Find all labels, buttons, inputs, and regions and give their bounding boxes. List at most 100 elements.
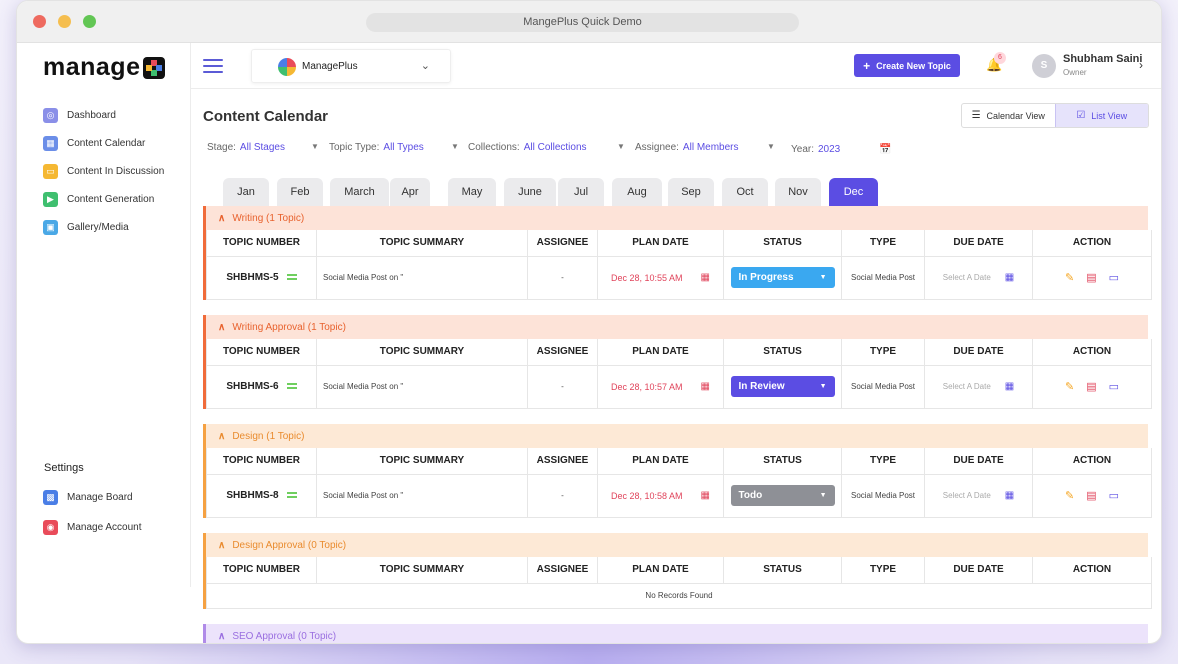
stage-section: ∧ SEO Approval (0 Topic) (203, 624, 1148, 643)
sidebar-nav: ◎ Dashboard ▦ Content Calendar ▭ Content In D… (17, 101, 190, 241)
assignee[interactable]: - (527, 255, 598, 300)
due-date-picker[interactable]: Select A Date ▦ (925, 490, 1032, 501)
tab-month-nov[interactable]: Nov (775, 178, 821, 206)
close-window-button[interactable] (33, 15, 46, 28)
column-header: TYPE (841, 448, 925, 475)
topic-number[interactable]: SHBHMS-8 (226, 490, 278, 501)
calendar-icon[interactable]: ▦ (701, 381, 710, 392)
due-date-picker[interactable]: Select A Date ▦ (925, 272, 1032, 283)
tab-month-jul[interactable]: Jul (558, 178, 604, 206)
column-header: TOPIC SUMMARY (316, 339, 528, 366)
stage-filter[interactable]: Stage: All Stages (207, 142, 285, 153)
column-header: STATUS (723, 230, 842, 257)
tab-month-oct[interactable]: Oct (722, 178, 768, 206)
list-view-label: List View (1091, 110, 1128, 121)
section-header[interactable]: ∧ Writing (1 Topic) (206, 206, 1148, 230)
comment-icon[interactable]: ▭ (1109, 380, 1119, 393)
tab-month-june[interactable]: June (504, 178, 556, 206)
create-new-topic-button[interactable]: + Create New Topic (854, 54, 960, 77)
tab-month-sep[interactable]: Sep (668, 178, 714, 206)
topic-type-filter-label: Topic Type: (329, 142, 380, 153)
year-filter[interactable]: Year: 2023 (791, 144, 840, 155)
avatar[interactable]: S (1032, 54, 1056, 78)
drag-handle-icon[interactable] (286, 383, 297, 390)
column-header: TYPE (841, 557, 925, 584)
delete-icon[interactable]: ▤ (1086, 489, 1096, 502)
column-header: ACTION (1032, 339, 1152, 366)
section-header[interactable]: ∧ Writing Approval (1 Topic) (206, 315, 1148, 339)
list-view-button[interactable]: ☑ List View (1054, 104, 1148, 127)
tab-month-feb[interactable]: Feb (277, 178, 323, 206)
menu-toggle-icon[interactable] (203, 59, 223, 73)
caret-down-icon: ▼ (617, 142, 625, 151)
topbar: ManagePlus ⌄ + Create New Topic 🔔 6 S Sh… (191, 43, 1161, 89)
calendar-icon[interactable]: ▦ (701, 272, 710, 283)
edit-icon[interactable]: ✎ (1065, 380, 1074, 393)
status-dropdown[interactable]: In Review ▼ (730, 376, 835, 397)
assignee[interactable]: - (527, 364, 598, 409)
status-dropdown[interactable]: In Progress ▼ (730, 267, 835, 288)
tab-month-jan[interactable]: Jan (223, 178, 269, 206)
drag-handle-icon[interactable] (286, 274, 297, 281)
assignee-filter[interactable]: Assignee: All Members (635, 142, 739, 153)
section-header[interactable]: ∧ Design (1 Topic) (206, 424, 1148, 448)
drag-handle-icon[interactable] (286, 492, 297, 499)
plan-date-cell: Dec 28, 10:57 AM ▦ (597, 364, 724, 409)
tab-month-march[interactable]: March (330, 178, 389, 206)
sidebar-item-manage-board[interactable]: ▩ Manage Board (17, 482, 190, 512)
workspace-select[interactable]: ManagePlus ⌄ (251, 49, 451, 83)
topic-summary[interactable]: Social Media Post on " (316, 473, 528, 518)
sidebar-item-dashboard[interactable]: ◎ Dashboard (17, 101, 190, 129)
year-calendar-icon[interactable]: 📅 (879, 144, 891, 155)
user-name: Shubham Saini (1063, 53, 1143, 65)
topic-summary[interactable]: Social Media Post on " (316, 364, 528, 409)
comment-icon[interactable]: ▭ (1109, 271, 1119, 284)
calendar-icon[interactable]: ▦ (1005, 490, 1014, 501)
column-header: DUE DATE (924, 230, 1033, 257)
tab-month-aug[interactable]: Aug (612, 178, 662, 206)
chevron-down-icon: ⌄ (420, 60, 430, 72)
section-header[interactable]: ∧ Design Approval (0 Topic) (206, 533, 1148, 557)
tab-month-may[interactable]: May (448, 178, 496, 206)
calendar-icon[interactable]: ▦ (701, 490, 710, 501)
maximize-window-button[interactable] (83, 15, 96, 28)
caret-down-icon: ▼ (819, 274, 827, 281)
calendar-icon[interactable]: ▦ (1005, 381, 1014, 392)
caret-down-icon: ▼ (767, 142, 775, 151)
column-header: STATUS (723, 448, 842, 475)
topic-type-filter[interactable]: Topic Type: All Types (329, 142, 424, 153)
view-toggle: ☰ Calendar View ☑ List View (961, 103, 1149, 128)
topic-number[interactable]: SHBHMS-5 (226, 272, 278, 283)
app-logo[interactable]: manage (43, 53, 166, 82)
sidebar-item-content-calendar[interactable]: ▦ Content Calendar (17, 129, 190, 157)
tab-month-dec[interactable]: Dec (829, 178, 878, 206)
delete-icon[interactable]: ▤ (1086, 380, 1096, 393)
comment-icon[interactable]: ▭ (1109, 489, 1119, 502)
topic-number[interactable]: SHBHMS-6 (226, 381, 278, 392)
due-date-picker[interactable]: Select A Date ▦ (925, 381, 1032, 392)
app-window: MangePlus Quick Demo manage ◎ Dashboard ▦ C… (16, 0, 1162, 644)
sidebar-item-gallery-media[interactable]: ▣ Gallery/Media (17, 213, 190, 241)
section-header[interactable]: ∧ SEO Approval (0 Topic) (206, 624, 1148, 643)
delete-icon[interactable]: ▤ (1086, 271, 1096, 284)
chevron-right-icon[interactable]: › (1139, 58, 1143, 72)
tab-month-apr[interactable]: Apr (390, 178, 430, 206)
sidebar-item-content-in-discussion[interactable]: ▭ Content In Discussion (17, 157, 190, 185)
assignee[interactable]: - (527, 473, 598, 518)
chevron-up-icon: ∧ (218, 539, 226, 551)
edit-icon[interactable]: ✎ (1065, 489, 1074, 502)
section-title: Design (1 Topic) (232, 430, 305, 442)
column-header: ASSIGNEE (527, 339, 598, 366)
edit-icon[interactable]: ✎ (1065, 271, 1074, 284)
calendar-view-button[interactable]: ☰ Calendar View (962, 104, 1055, 127)
plan-date-value: Dec 28, 10:55 AM (611, 272, 683, 283)
topic-summary[interactable]: Social Media Post on " (316, 255, 528, 300)
column-header: STATUS (723, 339, 842, 366)
status-dropdown[interactable]: Todo ▼ (730, 485, 835, 506)
sidebar-item-content-generation[interactable]: ▶ Content Generation (17, 185, 190, 213)
collections-filter[interactable]: Collections: All Collections (468, 142, 587, 153)
calendar-icon[interactable]: ▦ (1005, 272, 1014, 283)
minimize-window-button[interactable] (58, 15, 71, 28)
settings-heading: Settings (44, 462, 84, 474)
sidebar-item-manage-account[interactable]: ◉ Manage Account (17, 512, 190, 542)
